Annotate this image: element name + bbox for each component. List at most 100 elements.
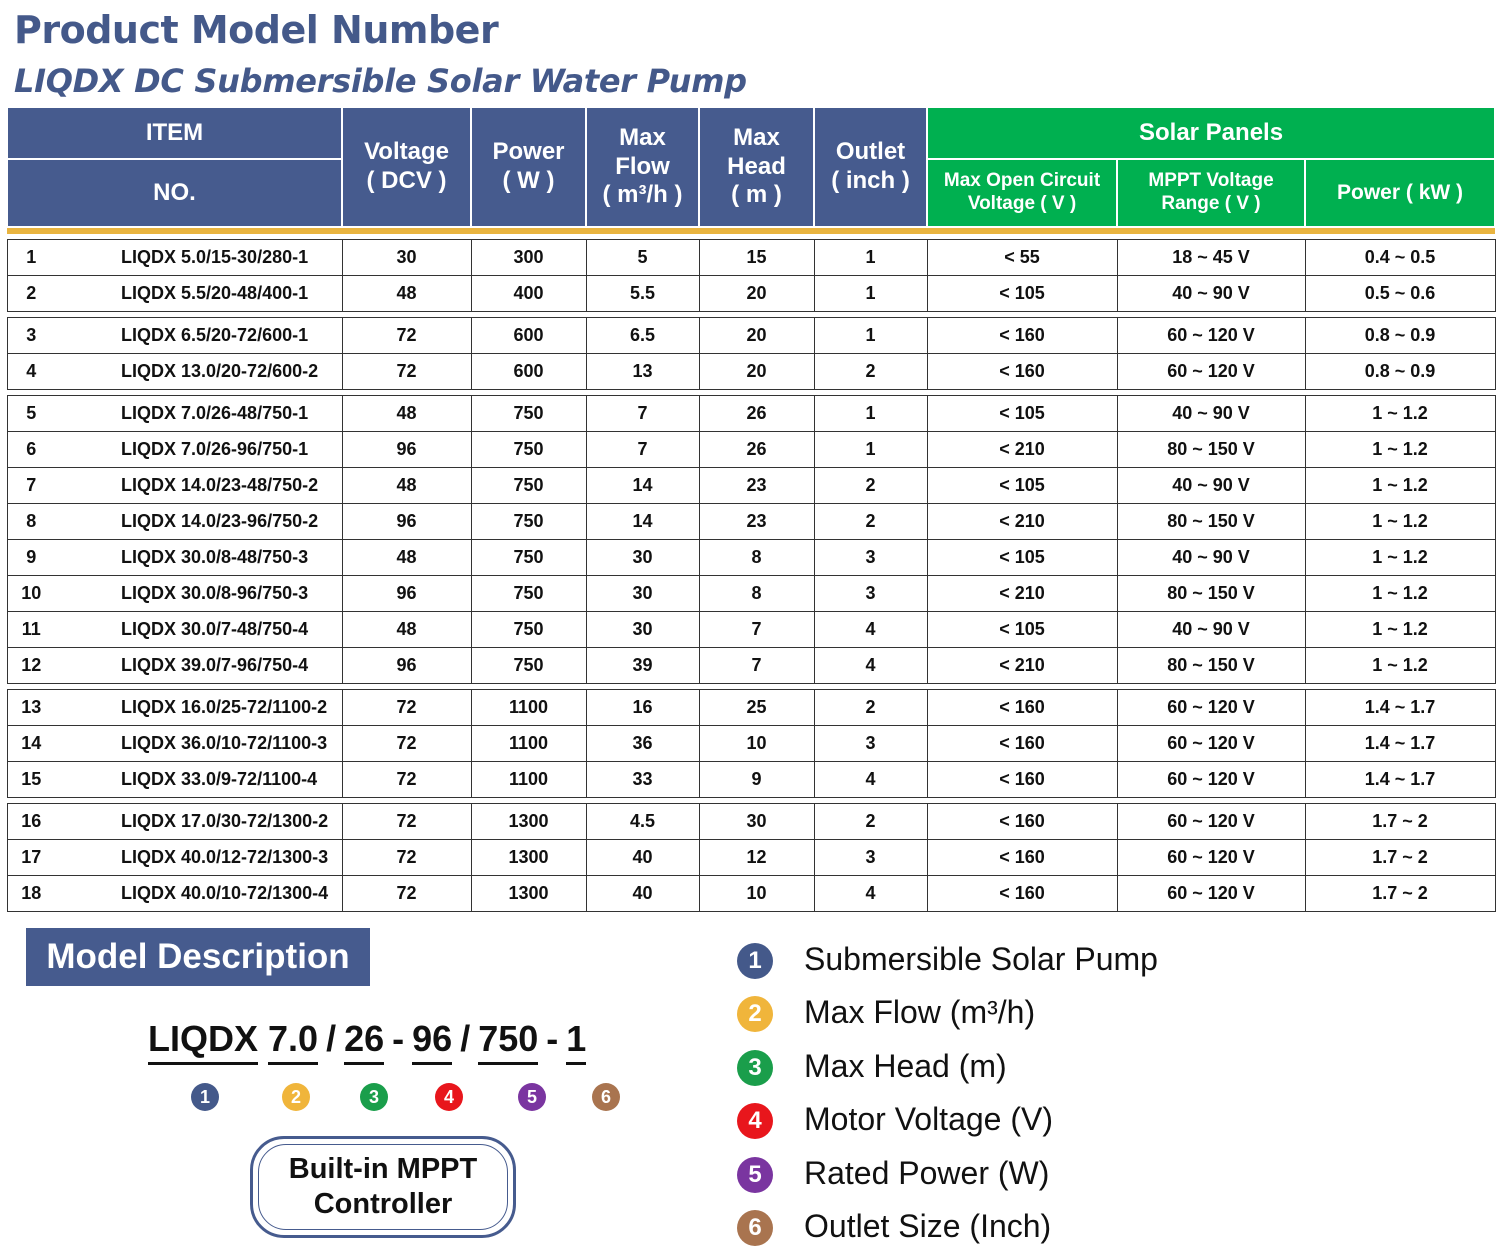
max-head-value: 30 [698, 803, 815, 840]
max-flow-value: 5.5 [585, 275, 700, 312]
marker-4-icon: 4 [435, 1083, 463, 1111]
model-code-separator: - [392, 1018, 405, 1059]
model-number: LIQDX 14.0/23-96/750-2 [55, 503, 343, 540]
model-number: LIQDX 14.0/23-48/750-2 [55, 467, 343, 504]
row-number: 7 [6, 467, 55, 504]
max-head-value: 7 [698, 611, 815, 648]
header-item: ITEM [5, 106, 344, 160]
panel-power-value: 1.4 ~ 1.7 [1304, 725, 1496, 762]
voltage-value: 96 [341, 503, 472, 540]
outlet-value: 3 [813, 725, 928, 762]
header-max-head: Max Head ( m ) [698, 106, 816, 228]
voltage-value: 48 [341, 275, 472, 312]
model-number: LIQDX 30.0/8-48/750-3 [55, 539, 343, 576]
power-value: 750 [470, 575, 587, 612]
legend-marker-1-icon: 1 [737, 943, 773, 979]
max-flow-value: 30 [585, 575, 700, 612]
table-row: 18 LIQDX 40.0/10-72/1300-4 72 1300 40 10 4 < 16… [6, 875, 1496, 912]
row-number: 10 [6, 575, 55, 612]
model-code-part: 1 [566, 1018, 587, 1065]
model-description-heading: Model Description [26, 928, 370, 986]
max-head-value: 26 [698, 431, 815, 468]
open-circuit-value: < 160 [926, 317, 1118, 354]
table-row: 3 LIQDX 6.5/20-72/600-1 72 600 6.5 20 1 < 160 60… [6, 317, 1496, 354]
model-code-separator: / [460, 1018, 471, 1059]
open-circuit-value: < 160 [926, 725, 1118, 762]
row-number: 8 [6, 503, 55, 540]
outlet-value: 3 [813, 839, 928, 876]
open-circuit-value: < 210 [926, 431, 1118, 468]
legend-label: Max Head (m) [804, 1047, 1007, 1084]
legend-marker-2-icon: 2 [737, 996, 773, 1033]
max-flow-value: 40 [585, 839, 700, 876]
mppt-range-value: 80 ~ 150 V [1116, 503, 1306, 540]
panel-power-value: 1.7 ~ 2 [1304, 803, 1496, 840]
mppt-range-value: 18 ~ 45 V [1116, 239, 1306, 276]
power-value: 750 [470, 467, 587, 504]
max-flow-value: 14 [585, 503, 700, 540]
panel-power-value: 1 ~ 1.2 [1304, 539, 1496, 576]
table-row: 14 LIQDX 36.0/10-72/1100-3 72 1100 36 10 3 < 16… [6, 725, 1496, 762]
max-flow-value: 14 [585, 467, 700, 504]
legend-marker-6-icon: 6 [737, 1210, 773, 1246]
specification-table: ITEM Voltage ( DCV ) Power ( W ) Max Flo… [5, 106, 1497, 912]
open-circuit-value: < 105 [926, 467, 1118, 504]
open-circuit-value: < 105 [926, 611, 1118, 648]
outlet-value: 2 [813, 803, 928, 840]
table-row: 13 LIQDX 16.0/25-72/1100-2 72 1100 16 25 2 < 16… [6, 689, 1496, 726]
legend-marker-3-icon: 3 [737, 1049, 773, 1086]
voltage-value: 48 [341, 611, 472, 648]
max-head-value: 25 [698, 689, 815, 726]
open-circuit-value: < 105 [926, 539, 1118, 576]
mppt-range-value: 60 ~ 120 V [1116, 803, 1306, 840]
mppt-range-value: 40 ~ 90 V [1116, 467, 1306, 504]
table-row: 5 LIQDX 7.0/26-48/750-1 48 750 7 26 1 < 105 40 ~… [6, 395, 1496, 432]
table-row: 8 LIQDX 14.0/23-96/750-2 96 750 14 23 2 < 210 80… [6, 503, 1496, 540]
max-flow-value: 7 [585, 431, 700, 468]
model-number: LIQDX 13.0/20-72/600-2 [55, 353, 343, 390]
header-mppt-range: MPPT Voltage Range ( V ) [1116, 158, 1307, 228]
table-row: 11 LIQDX 30.0/7-48/750-4 48 750 30 7 4 < 105 40 … [6, 611, 1496, 648]
model-number: LIQDX 7.0/26-96/750-1 [55, 431, 343, 468]
panel-power-value: 1.4 ~ 1.7 [1304, 689, 1496, 726]
model-number: LIQDX 16.0/25-72/1100-2 [55, 689, 343, 726]
model-number: LIQDX 40.0/12-72/1300-3 [55, 839, 343, 876]
open-circuit-value: < 210 [926, 503, 1118, 540]
model-number: LIQDX 17.0/30-72/1300-2 [55, 803, 343, 840]
page-subtitle: LIQDX DC Submersible Solar Water Pump [14, 62, 747, 100]
header-panel-power: Power ( kW ) [1304, 158, 1497, 228]
header-no: NO. [5, 158, 344, 228]
power-value: 1100 [470, 761, 587, 798]
model-number: LIQDX 40.0/10-72/1300-4 [55, 875, 343, 912]
max-flow-value: 4.5 [585, 803, 700, 840]
max-flow-value: 13 [585, 353, 700, 390]
voltage-value: 48 [341, 395, 472, 432]
table-row: 12 LIQDX 39.0/7-96/750-4 96 750 39 7 4 < 210 80 … [6, 647, 1496, 684]
max-flow-value: 36 [585, 725, 700, 762]
max-head-value: 10 [698, 875, 815, 912]
open-circuit-value: < 210 [926, 647, 1118, 684]
table-row: 6 LIQDX 7.0/26-96/750-1 96 750 7 26 1 < 210 80 ~… [6, 431, 1496, 468]
mppt-range-value: 60 ~ 120 V [1116, 317, 1306, 354]
power-value: 1300 [470, 803, 587, 840]
mppt-range-value: 60 ~ 120 V [1116, 353, 1306, 390]
model-code-part: 7.0 [268, 1018, 319, 1065]
outlet-value: 2 [813, 503, 928, 540]
voltage-value: 72 [341, 353, 472, 390]
row-number: 12 [6, 647, 55, 684]
model-code-part: 26 [344, 1018, 385, 1065]
max-head-value: 9 [698, 761, 815, 798]
panel-power-value: 1 ~ 1.2 [1304, 611, 1496, 648]
row-number: 4 [6, 353, 55, 390]
outlet-value: 4 [813, 611, 928, 648]
panel-power-value: 0.5 ~ 0.6 [1304, 275, 1496, 312]
mppt-range-value: 40 ~ 90 V [1116, 275, 1306, 312]
page-title: Product Model Number [14, 8, 499, 52]
max-flow-value: 6.5 [585, 317, 700, 354]
mppt-range-value: 40 ~ 90 V [1116, 611, 1306, 648]
row-number: 18 [6, 875, 55, 912]
table-row: 10 LIQDX 30.0/8-96/750-3 96 750 30 8 3 < 210 80 … [6, 575, 1496, 612]
model-number: LIQDX 5.5/20-48/400-1 [55, 275, 343, 312]
mppt-range-value: 80 ~ 150 V [1116, 647, 1306, 684]
open-circuit-value: < 210 [926, 575, 1118, 612]
